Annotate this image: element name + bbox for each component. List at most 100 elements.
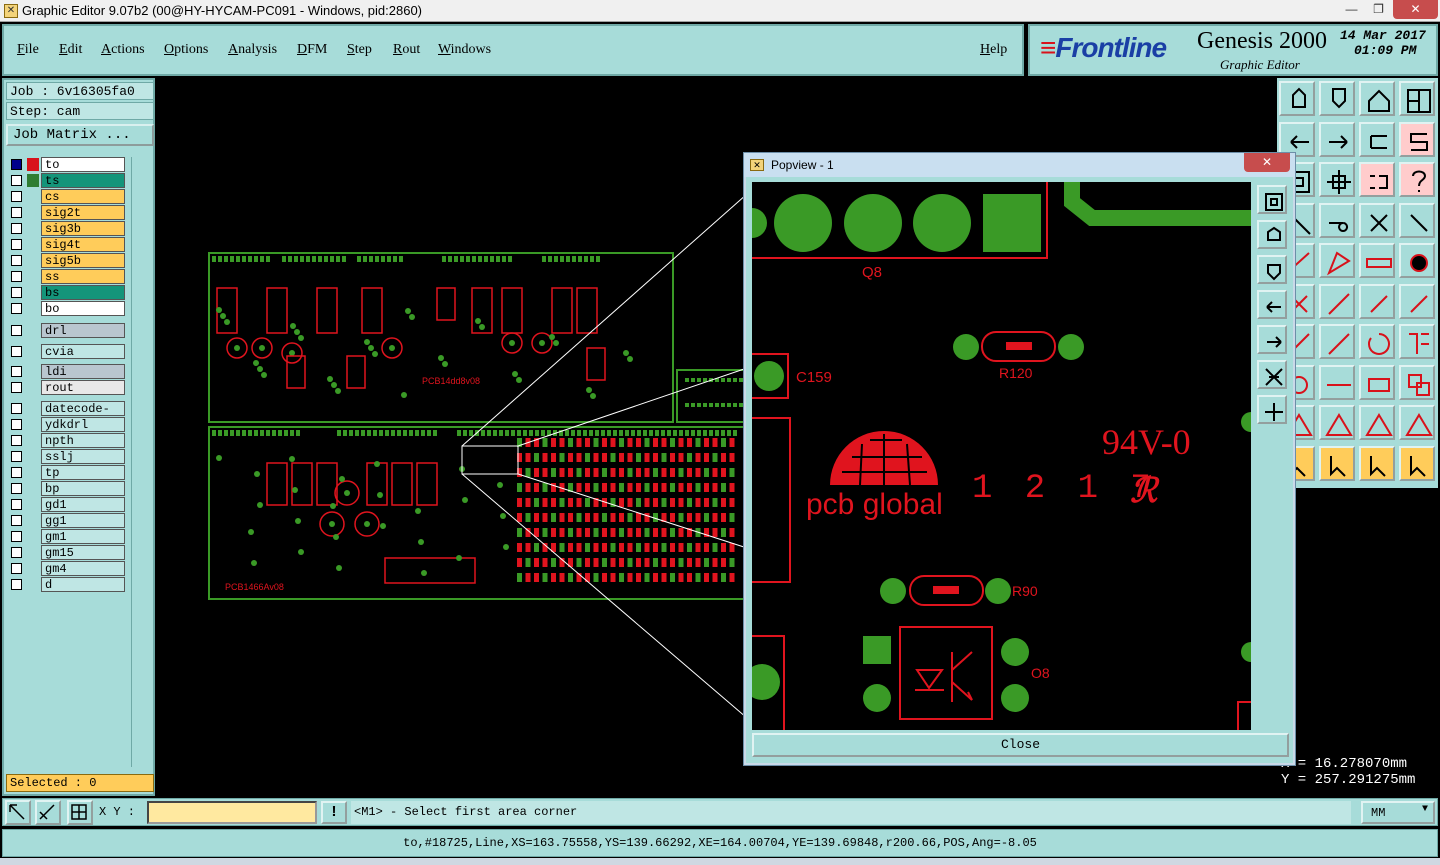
tri4-icon[interactable] [1399,405,1435,440]
layer-name[interactable]: bp [41,481,125,496]
rotate-icon[interactable] [1359,324,1395,359]
layer-checkbox[interactable] [11,382,22,393]
layer-checkbox[interactable] [11,207,22,218]
layer-row-cs[interactable]: cs [7,189,129,204]
menu-analysis[interactable]: Analysis [228,42,277,58]
measure-box-icon[interactable] [1359,364,1395,400]
pop-layer-down-icon[interactable] [1257,255,1287,284]
layer-checkbox[interactable] [11,499,22,510]
layer-row-ydkdrl[interactable]: ydkdrl [7,417,129,432]
layer-row-sig5b[interactable]: sig5b [7,253,129,268]
layer-row-gg1[interactable]: gg1 [7,513,129,528]
layer-checkbox[interactable] [11,346,22,357]
layer-checkbox[interactable] [11,451,22,462]
layer-checkbox[interactable] [11,515,22,526]
layer-checkbox[interactable] [11,325,22,336]
layer-name[interactable]: ss [41,269,125,284]
s-curve-icon[interactable] [1399,121,1435,157]
menu-file[interactable]: File [17,42,39,58]
swap-icon[interactable] [1359,121,1395,157]
split-window-icon[interactable] [1399,81,1435,116]
connect-icon[interactable] [1359,202,1395,238]
layer-name[interactable]: tp [41,465,125,480]
layer-name[interactable]: sslj [41,449,125,464]
pop-zoom-out-icon[interactable] [1257,360,1287,389]
layer-row-gm15[interactable]: gm15 [7,545,129,560]
hline-icon[interactable] [1319,364,1355,400]
help-icon[interactable] [1399,162,1435,197]
pin-icon[interactable] [1319,202,1355,238]
home-view-icon[interactable] [1359,81,1395,116]
line-icon[interactable] [1319,283,1355,319]
layer-name[interactable]: npth [41,433,125,448]
layer-name[interactable]: gm4 [41,561,125,576]
layer-name[interactable]: bo [41,301,125,316]
layer-name[interactable]: cs [41,189,125,204]
layer-name[interactable]: rout [41,380,125,395]
layer-checkbox[interactable] [11,366,22,377]
layer-row-bp[interactable]: bp [7,481,129,496]
layer-name[interactable]: sig3b [41,221,125,236]
layer-list-scrollbar[interactable] [131,157,153,767]
layer-row-bo[interactable]: bo [7,301,129,316]
layer-checkbox[interactable] [11,223,22,234]
layer-row-drl[interactable]: drl [7,323,129,338]
close-window-button[interactable]: ✕ [1393,0,1438,19]
layer-row-gd1[interactable]: gd1 [7,497,129,512]
layer-row-gm4[interactable]: gm4 [7,561,129,576]
layer-checkbox[interactable] [11,435,22,446]
tri3-icon[interactable] [1359,405,1395,440]
zoom-area-tool-icon[interactable] [5,800,31,825]
pop-center-icon[interactable] [1257,395,1287,424]
layer-checkbox[interactable] [11,159,22,170]
menu-dfm[interactable]: DFM [297,42,327,58]
layer-name[interactable]: to [41,157,125,172]
pop-zoom-fit-icon[interactable] [1257,185,1287,214]
layer-checkbox[interactable] [11,191,22,202]
popview-canvas[interactable]: Q8 R120 C159 94V-0 ℛ pcb global 1 2 1 7 [752,182,1251,730]
select2-icon[interactable] [1319,445,1355,481]
layer-up-icon[interactable] [1279,81,1315,116]
maximize-button[interactable]: ❐ [1365,0,1392,19]
xy-input[interactable] [147,801,317,824]
layer-checkbox[interactable] [11,467,22,478]
layer-name[interactable]: sig4t [41,237,125,252]
popview-close-button[interactable]: Close [752,733,1289,757]
layer-name[interactable]: cvia [41,344,125,359]
move-right-icon[interactable] [1319,121,1355,157]
layer-row-cvia[interactable]: cvia [7,344,129,359]
layer-name[interactable]: ts [41,173,125,188]
layer-row-rout[interactable]: rout [7,380,129,395]
layer-name[interactable]: drl [41,323,125,338]
layer-checkbox[interactable] [11,547,22,558]
unit-select[interactable]: MM ▼ [1361,801,1435,824]
layer-row-gm1[interactable]: gm1 [7,529,129,544]
select4-icon[interactable] [1399,445,1435,481]
layer-row-tp[interactable]: tp [7,465,129,480]
layer-row-sig2t[interactable]: sig2t [7,205,129,220]
layer-row-npth[interactable]: npth [7,433,129,448]
record-icon[interactable] [1399,243,1435,278]
layer-name[interactable]: ldi [41,364,125,379]
center-icon[interactable] [1319,162,1355,197]
pop-move-left-icon[interactable] [1257,290,1287,319]
scale-icon[interactable] [1359,162,1395,197]
layer-name[interactable]: datecode-to [41,401,125,430]
menu-step[interactable]: Step [347,42,372,58]
minimize-button[interactable]: — [1338,0,1365,19]
line-red-icon[interactable] [1319,324,1355,359]
layer-row-ldi[interactable]: ldi [7,364,129,379]
layer-checkbox[interactable] [11,255,22,266]
layer-checkbox[interactable] [11,287,22,298]
warning-icon[interactable]: ! [321,801,347,824]
layer-name[interactable]: gd1 [41,497,125,512]
tri2-icon[interactable] [1319,405,1355,440]
layer-checkbox[interactable] [11,419,22,430]
menu-rout[interactable]: Rout [393,42,420,58]
edit-icon[interactable] [1319,243,1355,278]
menu-help[interactable]: Help [980,42,1007,58]
layer-name[interactable]: gg1 [41,513,125,528]
grid-tool-icon[interactable] [67,800,93,825]
layer-checkbox[interactable] [11,483,22,494]
layer-name[interactable]: sig2t [41,205,125,220]
